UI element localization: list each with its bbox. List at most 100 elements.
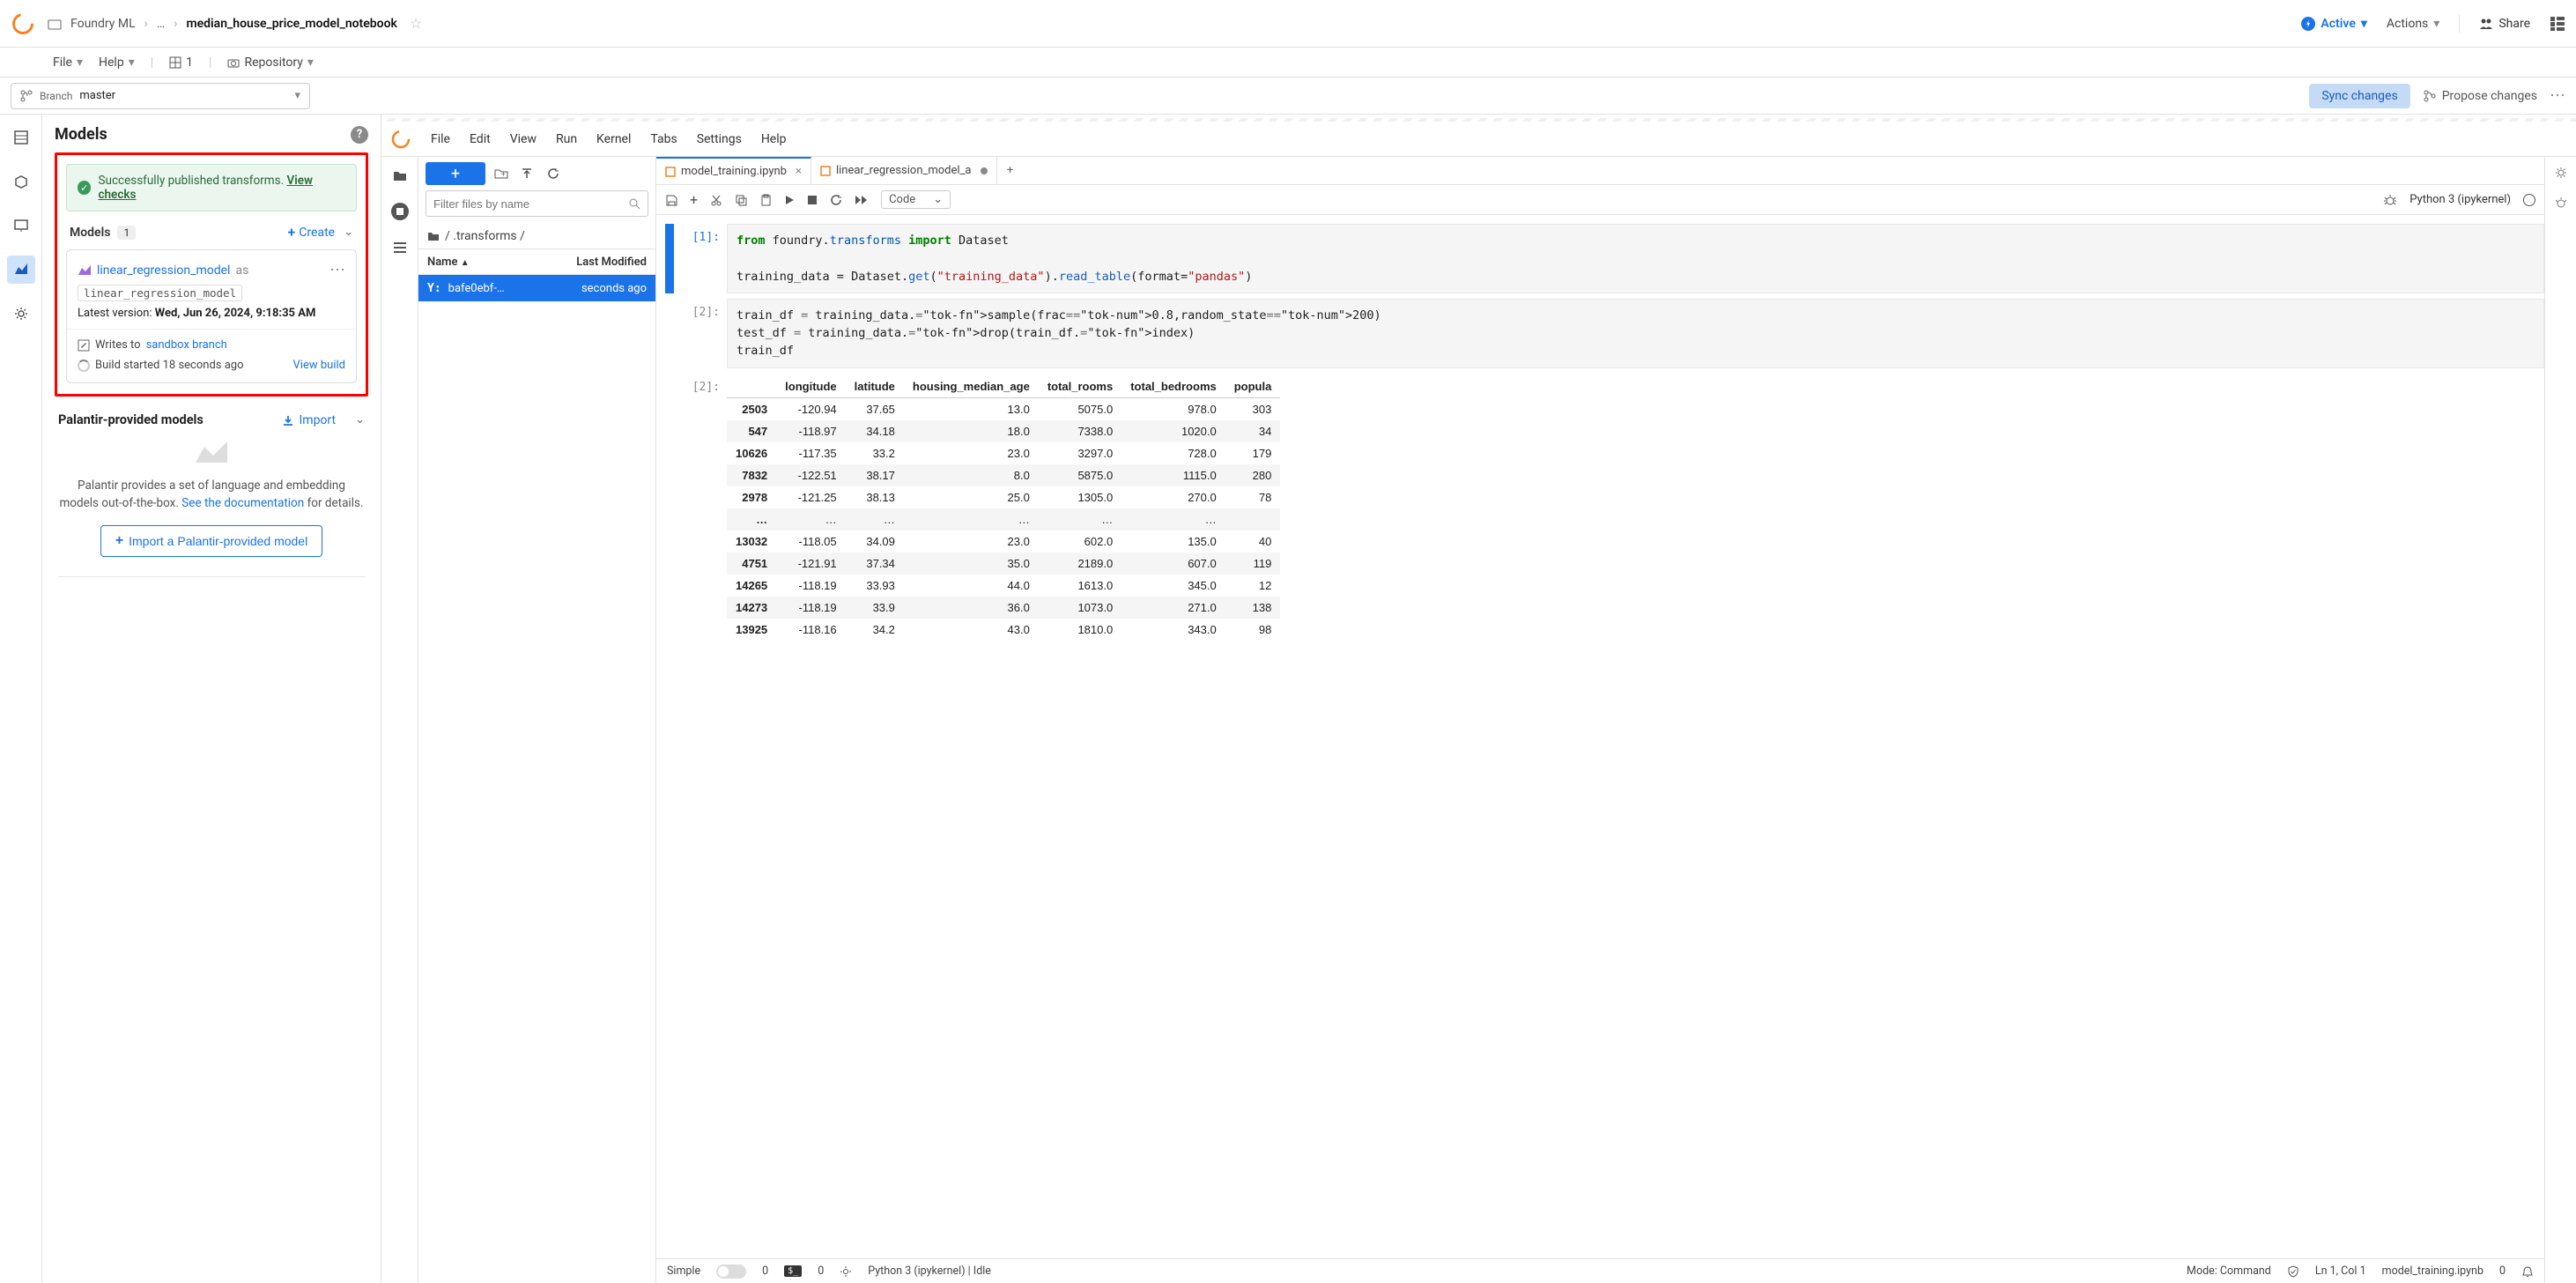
- rail-package-icon[interactable]: [7, 167, 35, 196]
- view-build-link[interactable]: View build: [293, 359, 345, 372]
- jupyter-logo-icon: [390, 129, 411, 150]
- status-count: 0: [762, 1264, 768, 1278]
- notebook-tab[interactable]: linear_regression_model_a: [811, 157, 997, 184]
- save-icon[interactable]: [665, 194, 677, 206]
- cut-icon[interactable]: [710, 194, 722, 206]
- run-all-icon[interactable]: [855, 195, 869, 205]
- new-launcher-button[interactable]: +: [426, 162, 485, 185]
- cell-type-select[interactable]: Code⌄: [881, 190, 951, 209]
- stop-icon[interactable]: [807, 195, 818, 205]
- active-status[interactable]: Active ▾: [2301, 17, 2366, 31]
- breadcrumb-root[interactable]: Foundry ML: [70, 17, 136, 31]
- panel-title: Models: [55, 125, 107, 144]
- breadcrumb-ellipsis[interactable]: …: [157, 17, 165, 31]
- new-tab-button[interactable]: +: [997, 164, 1024, 177]
- branch-select[interactable]: Branch master ▾: [11, 83, 310, 109]
- models-panel: Models ? ✓ Successfully published transf…: [42, 115, 381, 1283]
- bug-icon[interactable]: [2383, 193, 2397, 207]
- unsaved-dot-icon: [981, 167, 988, 174]
- actions-dropdown[interactable]: Actions ▾: [2387, 17, 2439, 31]
- sync-changes-button[interactable]: Sync changes: [2309, 84, 2409, 108]
- search-icon: [628, 197, 640, 210]
- table-row: 2978-121.2538.1325.01305.0270.078: [727, 486, 1280, 508]
- file-path[interactable]: / .transforms /: [418, 224, 655, 248]
- folder-icon: [48, 17, 62, 31]
- help-menu[interactable]: Help▾: [99, 56, 135, 70]
- bug-icon[interactable]: [2554, 196, 2568, 210]
- jupyter-menu-view[interactable]: View: [510, 132, 537, 146]
- file-filter-input[interactable]: [426, 190, 648, 217]
- models-count-badge: 1: [117, 226, 136, 240]
- sandbox-branch-link[interactable]: sandbox branch: [146, 338, 227, 352]
- notebook-main: model_training.ipynb×linear_regression_m…: [656, 157, 2544, 1283]
- documentation-link[interactable]: See the documentation: [181, 496, 304, 510]
- new-folder-icon[interactable]: +: [494, 167, 512, 180]
- jupyter-menubar: File Edit View Run Kernel Tabs Settings Help: [381, 122, 2576, 157]
- upload-icon[interactable]: [521, 167, 538, 180]
- run-icon[interactable]: [784, 195, 795, 205]
- grid-count[interactable]: 1: [169, 56, 193, 70]
- repository-menu[interactable]: Repository▾: [227, 56, 313, 70]
- rail-table-icon[interactable]: [7, 123, 35, 152]
- jupyter-left-rail: [381, 157, 418, 1283]
- check-circle-icon: ✓: [78, 181, 91, 195]
- chevron-down-icon[interactable]: ⌄: [344, 226, 353, 239]
- more-icon[interactable]: ⋯: [2550, 86, 2565, 105]
- chevron-down-icon[interactable]: ⌄: [355, 413, 365, 426]
- bell-icon[interactable]: [2521, 1265, 2534, 1278]
- import-palantir-model-button[interactable]: + Import a Palantir-provided model: [100, 525, 322, 557]
- settings-small-icon[interactable]: [840, 1265, 852, 1278]
- jupyter-menu-help[interactable]: Help: [761, 132, 787, 146]
- code-cell[interactable]: [2]: train_df = training_data.="tok-fn">…: [665, 299, 2544, 368]
- paste-icon[interactable]: [759, 194, 772, 206]
- code-input[interactable]: from foundry.transforms import Dataset t…: [727, 224, 2544, 293]
- output-prompt: [2]:: [674, 374, 727, 641]
- create-model-button[interactable]: + Create: [288, 224, 336, 241]
- close-tab-icon[interactable]: ×: [796, 165, 802, 178]
- code-input[interactable]: train_df = training_data.="tok-fn">sampl…: [727, 299, 2544, 368]
- jupyter-menu-tabs[interactable]: Tabs: [650, 132, 677, 146]
- share-button[interactable]: Share: [2479, 17, 2530, 31]
- folder-icon[interactable]: [392, 167, 408, 183]
- file-menu[interactable]: File▾: [53, 56, 83, 70]
- notebook-tab[interactable]: model_training.ipynb×: [656, 157, 811, 184]
- list-icon[interactable]: [392, 240, 408, 256]
- cell-prompt: [1]:: [674, 224, 727, 293]
- help-icon[interactable]: ?: [351, 126, 368, 144]
- kernel-name[interactable]: Python 3 (ipykernel): [2409, 193, 2511, 206]
- propose-changes-button[interactable]: Propose changes: [2423, 89, 2537, 103]
- app-header: Foundry ML › … › median_house_price_mode…: [0, 0, 2576, 48]
- import-link[interactable]: Import: [282, 413, 336, 427]
- grid-icon: [169, 56, 181, 69]
- rail-presentation-icon[interactable]: [7, 211, 35, 240]
- model-card: linear_regression_model as ⋯ linear_regr…: [66, 249, 357, 383]
- file-row[interactable]: Y: bafe0ebf-… seconds ago: [418, 275, 655, 301]
- refresh-icon[interactable]: [547, 167, 565, 180]
- notebook-icon: [665, 167, 676, 177]
- model-name-link[interactable]: linear_regression_model: [97, 263, 230, 278]
- table-row: 13032-118.0534.0923.0602.0135.040: [727, 530, 1280, 553]
- simple-toggle[interactable]: [716, 1264, 746, 1279]
- gear-icon[interactable]: [2554, 166, 2568, 180]
- rail-models-icon[interactable]: [7, 256, 35, 284]
- mode-text: Mode: Command: [2187, 1264, 2271, 1278]
- svg-text:+: +: [501, 170, 506, 178]
- app-menu-icon[interactable]: [2550, 16, 2565, 32]
- card-more-icon[interactable]: ⋯: [329, 261, 345, 279]
- star-icon[interactable]: ☆: [410, 15, 422, 32]
- cell-output: [2]: longitudelatitudehousing_median_age…: [665, 374, 2544, 641]
- terminal-icon[interactable]: $_: [784, 1265, 802, 1277]
- rail-settings-icon[interactable]: [7, 300, 35, 328]
- jupyter-menu-run[interactable]: Run: [556, 132, 577, 146]
- shield-icon[interactable]: [2287, 1265, 2299, 1278]
- jupyter-menu-kernel[interactable]: Kernel: [596, 132, 631, 146]
- copy-icon[interactable]: [735, 194, 747, 206]
- jupyter-menu-settings[interactable]: Settings: [697, 132, 742, 146]
- stop-circle-icon[interactable]: [391, 203, 409, 220]
- code-cell[interactable]: [1]: from foundry.transforms import Data…: [665, 224, 2544, 293]
- jupyter-menu-edit[interactable]: Edit: [470, 132, 491, 146]
- jupyter-menu-file[interactable]: File: [431, 132, 450, 146]
- notebook-icon: [820, 166, 831, 176]
- restart-icon[interactable]: [830, 194, 842, 206]
- add-cell-icon[interactable]: +: [690, 191, 698, 208]
